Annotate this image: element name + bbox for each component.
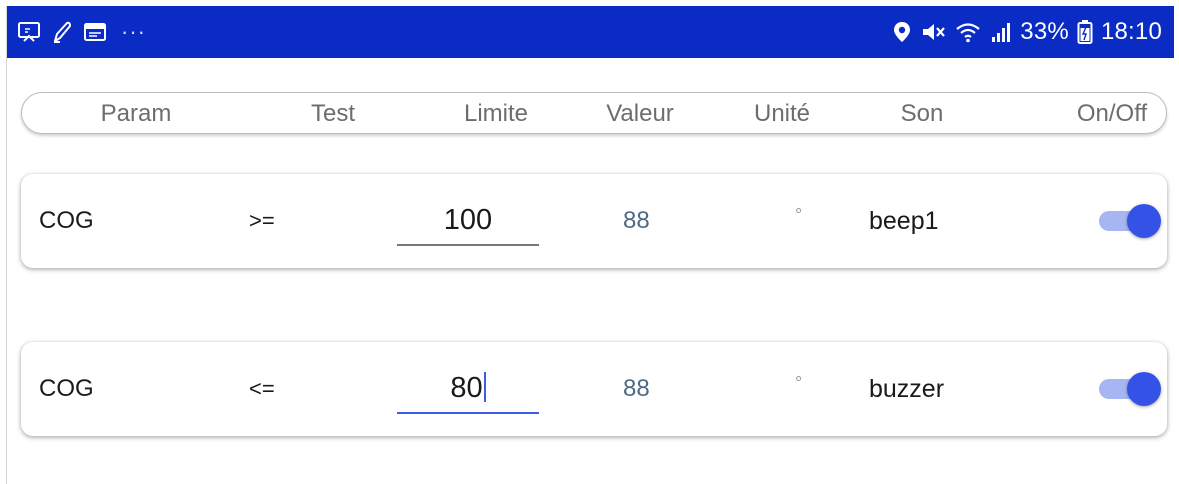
limite-input-focused[interactable]: 80 bbox=[397, 362, 539, 414]
on-off-toggle[interactable] bbox=[1097, 204, 1161, 238]
row-test-operator[interactable]: >= bbox=[249, 174, 275, 268]
text-cursor bbox=[483, 372, 486, 403]
row-son[interactable]: buzzer bbox=[869, 342, 944, 436]
screen-mirror-icon bbox=[17, 21, 41, 43]
row-test-operator[interactable]: <= bbox=[249, 342, 275, 436]
row-valeur: 88 bbox=[623, 207, 650, 234]
window-icon bbox=[83, 21, 107, 43]
alarm-row: COG <= 80 88 ° buzzer bbox=[21, 342, 1167, 436]
wifi-icon bbox=[954, 20, 982, 44]
limite-input-value[interactable]: 100 bbox=[397, 194, 539, 246]
battery-icon bbox=[1077, 19, 1093, 45]
column-unite: Unité bbox=[753, 100, 811, 127]
pen-icon bbox=[51, 20, 73, 44]
column-param: Param bbox=[100, 100, 172, 127]
row-son[interactable]: beep1 bbox=[869, 174, 939, 268]
on-off-toggle[interactable] bbox=[1097, 372, 1161, 406]
signal-icon bbox=[990, 20, 1012, 44]
more-notifications: ··· bbox=[121, 19, 146, 44]
column-on-off: On/Off bbox=[1076, 100, 1148, 127]
toggle-thumb bbox=[1127, 372, 1161, 406]
row-unite: ° bbox=[795, 373, 803, 393]
row-param: COG bbox=[39, 375, 94, 402]
limite-input[interactable]: 100 bbox=[397, 194, 539, 246]
app-frame: ··· 33% 18:10 Param Test Limite Valeur U… bbox=[6, 6, 1174, 484]
row-param: COG bbox=[39, 207, 94, 234]
status-right: 33% 18:10 bbox=[892, 18, 1162, 46]
alarm-row: COG >= 100 88 ° beep1 bbox=[21, 174, 1167, 268]
status-bar: ··· 33% 18:10 bbox=[7, 6, 1174, 58]
column-son: Son bbox=[900, 100, 944, 127]
clock: 18:10 bbox=[1100, 18, 1162, 45]
column-test: Test bbox=[310, 100, 356, 127]
mute-icon bbox=[920, 20, 946, 44]
battery-percent: 33% bbox=[1020, 18, 1069, 45]
toggle-thumb bbox=[1127, 204, 1161, 238]
column-header: Param Test Limite Valeur Unité Son On/Of… bbox=[21, 92, 1167, 134]
limite-input-value[interactable]: 80 bbox=[450, 372, 482, 404]
column-valeur: Valeur bbox=[606, 100, 674, 127]
limite-input-content[interactable]: 80 bbox=[397, 362, 539, 414]
status-left: ··· bbox=[17, 19, 146, 45]
row-valeur: 88 bbox=[623, 375, 650, 402]
location-pin-icon bbox=[892, 20, 912, 44]
column-limite: Limite bbox=[463, 100, 529, 127]
row-unite: ° bbox=[795, 205, 803, 225]
